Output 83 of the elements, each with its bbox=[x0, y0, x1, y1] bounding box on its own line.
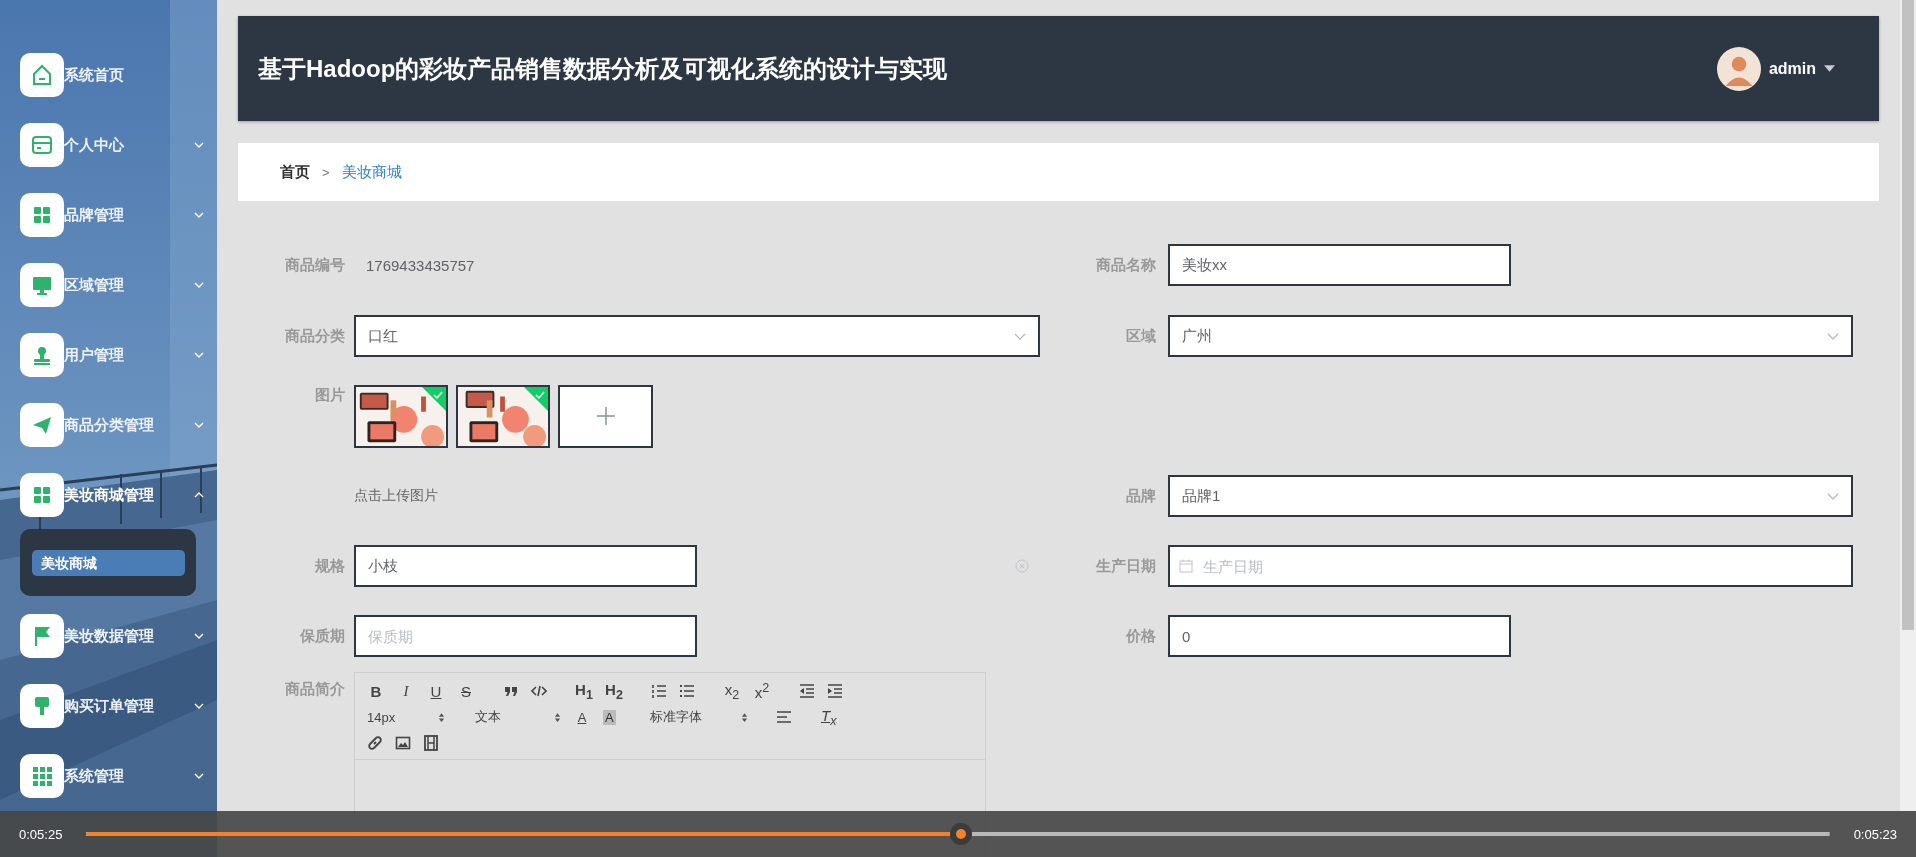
field-label: 商品分类 bbox=[285, 326, 346, 346]
field-label: 区域 bbox=[1126, 326, 1157, 346]
chevron-down-icon bbox=[1827, 332, 1839, 340]
heading-button[interactable]: H$_{1}$ bbox=[575, 680, 593, 702]
grid-icon bbox=[20, 473, 64, 517]
current-time: 0:05:25 bbox=[19, 826, 63, 842]
superscript-button[interactable]: x$^{2}$ bbox=[753, 681, 771, 701]
input-field[interactable]: 美妆xx bbox=[1168, 244, 1511, 286]
align-icon[interactable] bbox=[775, 709, 792, 725]
monitor-icon bbox=[20, 263, 64, 307]
sidebar-item[interactable]: 美妆数据管理 bbox=[20, 614, 210, 658]
input-field[interactable]: 保质期 bbox=[354, 615, 697, 657]
sidebar-item[interactable]: 品牌管理 bbox=[20, 193, 210, 237]
breadcrumb-link[interactable]: 美妆商城 bbox=[341, 162, 402, 182]
grid-icon bbox=[20, 754, 64, 798]
user-name[interactable]: admin bbox=[1768, 59, 1816, 78]
upload-button[interactable] bbox=[558, 384, 653, 448]
underline-button[interactable]: U bbox=[427, 682, 445, 700]
card-icon bbox=[20, 123, 64, 167]
select-field[interactable]: 口红 bbox=[354, 315, 1040, 357]
page-title: 基于Hadoop的彩妆产品销售数据分析及可视化系统的设计与实现 bbox=[258, 53, 948, 84]
calendar-icon bbox=[1179, 559, 1193, 573]
duration-time: 0:05:23 bbox=[1853, 826, 1897, 842]
breadcrumb-separator: > bbox=[322, 164, 330, 180]
field-label: 商品名称 bbox=[1096, 255, 1157, 275]
link-icon[interactable] bbox=[367, 735, 383, 751]
field-label: 图片 bbox=[315, 386, 346, 405]
italic-button[interactable]: I bbox=[397, 682, 415, 700]
date-field[interactable]: 生产日期 bbox=[1168, 545, 1853, 587]
field-label: 商品简介 bbox=[285, 680, 346, 699]
scrollbar-thumb[interactable] bbox=[1902, 0, 1914, 630]
indent-icon[interactable] bbox=[827, 683, 843, 699]
numbered-list-icon[interactable] bbox=[651, 683, 667, 699]
stamp-icon bbox=[20, 333, 64, 377]
outdent-icon[interactable] bbox=[799, 683, 815, 699]
field-label: 品牌 bbox=[1126, 486, 1157, 506]
sort-arrows-icon bbox=[554, 711, 561, 723]
flag-icon bbox=[20, 614, 64, 658]
breadcrumb-link[interactable]: 首页 bbox=[280, 162, 310, 182]
caret-icon[interactable] bbox=[1824, 65, 1835, 72]
brush-icon bbox=[20, 684, 64, 728]
text-color-button[interactable]: A bbox=[573, 709, 591, 725]
chevron-down-icon bbox=[1014, 332, 1026, 340]
select-field[interactable]: 品牌1 bbox=[1168, 475, 1853, 517]
sort-arrows-icon bbox=[740, 711, 748, 723]
plus-icon bbox=[595, 406, 616, 426]
image-icon[interactable] bbox=[395, 735, 411, 751]
upload-hint: 点击上传图片 bbox=[354, 487, 438, 505]
dropdown-picker[interactable]: 文本 bbox=[475, 708, 561, 726]
grid-icon bbox=[20, 193, 64, 237]
code-icon[interactable] bbox=[531, 683, 547, 699]
submenu-item[interactable]: 美妆商城 bbox=[32, 549, 185, 576]
field-label: 价格 bbox=[1126, 626, 1157, 646]
field-value: 1769433435757 bbox=[365, 256, 475, 274]
select-field[interactable]: 广州 bbox=[1168, 315, 1853, 357]
sidebar-item[interactable]: 系统管理 bbox=[20, 754, 210, 798]
scrollbar[interactable] bbox=[1900, 0, 1916, 811]
field-label: 生产日期 bbox=[1096, 556, 1157, 576]
sort-arrows-icon bbox=[438, 711, 445, 723]
bold-button[interactable]: B bbox=[367, 682, 385, 700]
input-field[interactable]: 0 bbox=[1168, 615, 1511, 657]
chevron-down-icon bbox=[1827, 492, 1839, 500]
sidebar-item[interactable]: 个人中心 bbox=[20, 123, 210, 167]
dropdown-picker[interactable]: 14px bbox=[367, 709, 445, 725]
subscript-button[interactable]: x$_{2}$ bbox=[723, 680, 741, 702]
video-icon[interactable] bbox=[423, 735, 439, 751]
clear-format-button[interactable]: T$_{x}$ bbox=[819, 706, 838, 728]
strike-button[interactable]: S bbox=[457, 682, 475, 700]
background-color-button[interactable]: A bbox=[603, 709, 616, 725]
field-label: 规格 bbox=[315, 556, 346, 576]
progress-handle[interactable] bbox=[950, 823, 973, 845]
sidebar-item[interactable]: 美妆商城管理 bbox=[20, 473, 210, 517]
dropdown-picker[interactable]: 标准字体 bbox=[649, 708, 748, 726]
heading-button[interactable]: H$_{2}$ bbox=[605, 680, 623, 702]
input-field[interactable]: 小枝 bbox=[354, 545, 697, 587]
field-label: 保质期 bbox=[300, 626, 346, 646]
sidebar-item[interactable]: 系统首页 bbox=[20, 53, 210, 97]
paper-plane-icon bbox=[20, 403, 64, 447]
house-icon bbox=[20, 53, 64, 97]
avatar bbox=[1716, 46, 1761, 91]
sidebar-item[interactable]: 购买订单管理 bbox=[20, 684, 210, 728]
bullet-list-icon[interactable] bbox=[679, 683, 695, 699]
field-label: 商品编号 bbox=[285, 255, 346, 275]
